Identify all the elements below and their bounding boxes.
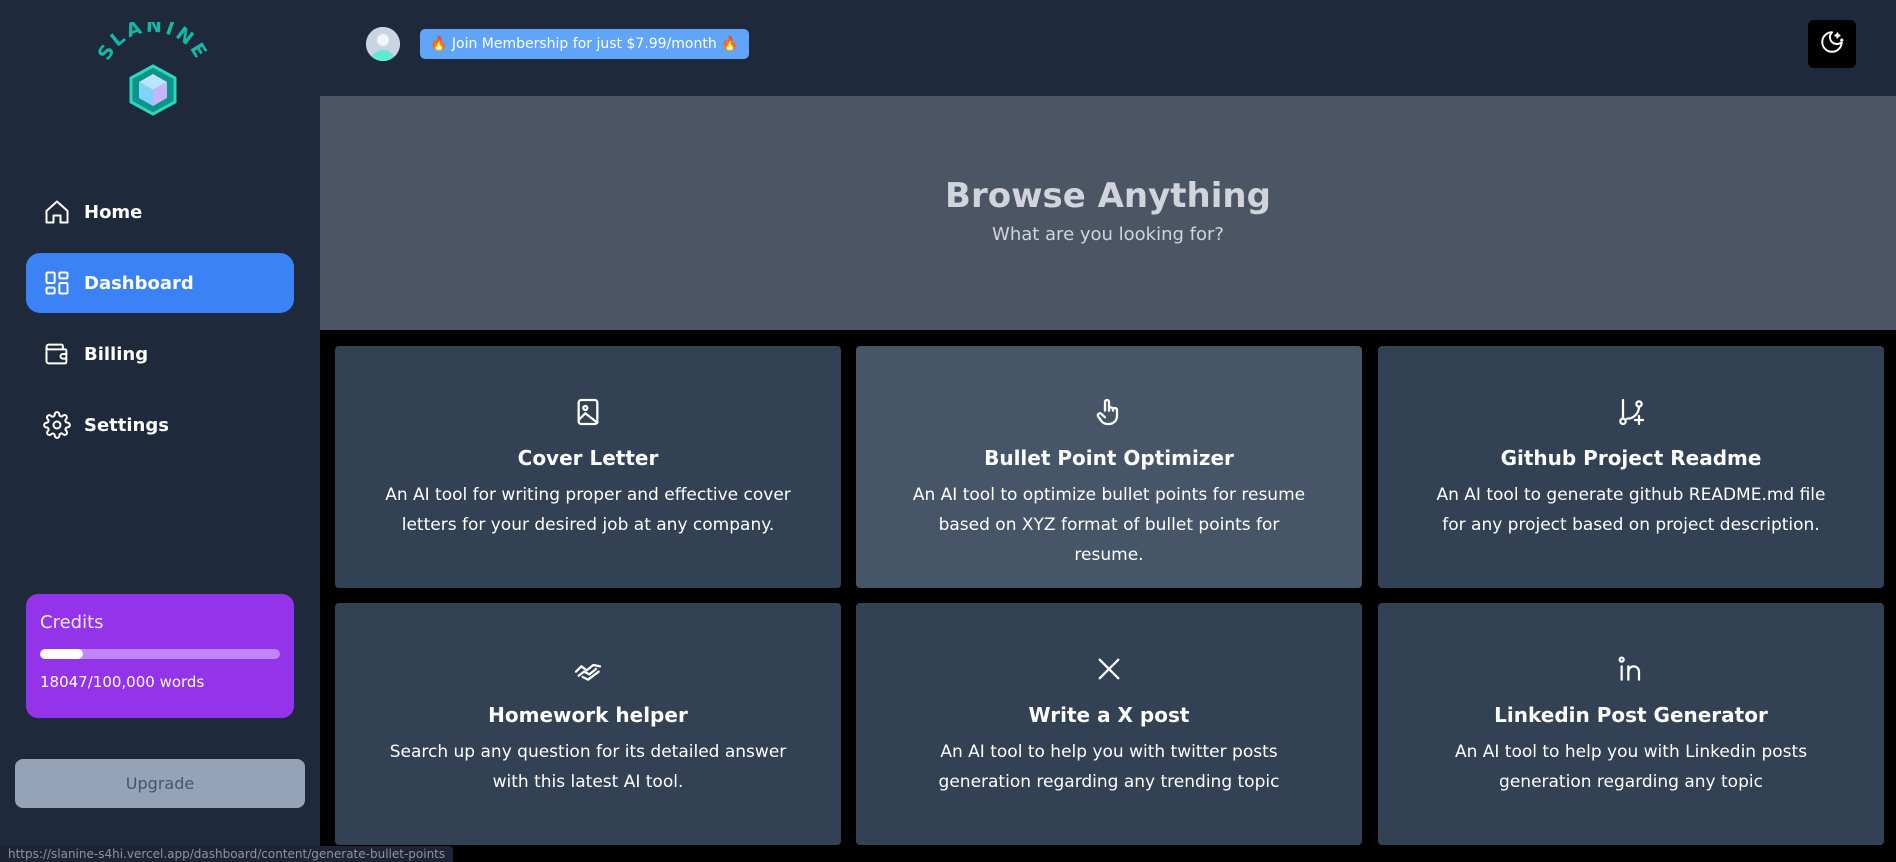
tool-card-description: An AI tool for writing proper and effect… xyxy=(385,485,791,535)
credits-card: Credits 18047/100,000 words xyxy=(26,594,294,718)
sidebar: SLANINE Home Dashboard Billing Settings … xyxy=(0,0,320,862)
tool-card-description: Search up any question for its detailed … xyxy=(389,742,787,792)
page-subtitle: What are you looking for? xyxy=(992,224,1224,245)
handshake-icon xyxy=(572,653,604,685)
git-branch-plus-icon xyxy=(1615,396,1647,428)
tool-card-description: An AI tool to help you with Linkedin pos… xyxy=(1454,742,1808,792)
sidebar-item-label: Settings xyxy=(84,414,169,436)
tool-card-title: Bullet Point Optimizer xyxy=(984,446,1234,470)
tool-card-linkedin-post-generator[interactable]: Linkedin Post Generator An AI tool to he… xyxy=(1378,603,1884,845)
status-bar-url: https://slanine-s4hi.vercel.app/dashboar… xyxy=(0,846,454,862)
page-title: Browse Anything xyxy=(945,176,1271,216)
avatar[interactable] xyxy=(366,27,400,61)
sidebar-item-billing[interactable]: Billing xyxy=(26,324,294,384)
tool-card-title: Github Project Readme xyxy=(1500,446,1762,470)
credits-count: 18047/100,000 words xyxy=(40,673,205,691)
hero-banner: Browse Anything What are you looking for… xyxy=(320,96,1896,330)
tool-card-title: Write a X post xyxy=(1028,703,1190,727)
tool-card-write-x-post[interactable]: Write a X post An AI tool to help you wi… xyxy=(856,603,1362,845)
moon-stars-icon xyxy=(1819,29,1845,59)
sidebar-item-label: Billing xyxy=(84,343,149,365)
x-logo-icon xyxy=(1093,653,1125,685)
tool-card-title: Homework helper xyxy=(488,703,688,727)
credits-title: Credits xyxy=(40,612,104,633)
sidebar-item-label: Home xyxy=(84,201,143,223)
gear-icon xyxy=(42,410,72,440)
sidebar-item-dashboard[interactable]: Dashboard xyxy=(26,253,294,313)
top-header: 🔥 Join Membership for just $7.99/month 🔥 xyxy=(320,0,1896,96)
sidebar-item-home[interactable]: Home xyxy=(26,182,294,242)
tool-card-github-project-readme[interactable]: Github Project Readme An AI tool to gene… xyxy=(1378,346,1884,588)
dashboard-icon xyxy=(42,268,72,298)
sidebar-item-settings[interactable]: Settings xyxy=(26,395,294,455)
tool-card-bullet-point-optimizer[interactable]: Bullet Point Optimizer An AI tool to opt… xyxy=(856,346,1362,588)
upgrade-button[interactable]: Upgrade xyxy=(15,759,305,808)
wallet-icon xyxy=(42,339,72,369)
image-file-icon xyxy=(572,396,604,428)
tool-card-description: An AI tool to optimize bullet points for… xyxy=(912,485,1306,565)
tool-card-description: An AI tool to generate github README.md … xyxy=(1436,485,1826,535)
linkedin-icon xyxy=(1615,653,1647,685)
tool-card-description: An AI tool to help you with twitter post… xyxy=(938,742,1280,792)
theme-toggle-button[interactable] xyxy=(1808,20,1856,68)
tool-card-homework-helper[interactable]: Homework helper Search up any question f… xyxy=(335,603,841,845)
tool-card-title: Cover Letter xyxy=(517,446,659,470)
membership-banner[interactable]: 🔥 Join Membership for just $7.99/month 🔥 xyxy=(420,29,749,59)
credits-progress-bar xyxy=(40,649,280,659)
home-icon xyxy=(42,197,72,227)
svg-text:SLANINE: SLANINE xyxy=(95,22,211,64)
slanine-logo[interactable]: SLANINE xyxy=(94,15,211,118)
sidebar-item-label: Dashboard xyxy=(84,272,194,294)
sidebar-nav: Home Dashboard Billing Settings xyxy=(26,182,294,466)
tool-card-cover-letter[interactable]: Cover Letter An AI tool for writing prop… xyxy=(335,346,841,588)
hand-pointer-icon xyxy=(1093,396,1125,428)
tool-card-title: Linkedin Post Generator xyxy=(1494,703,1768,727)
credits-progress-fill xyxy=(40,649,84,659)
